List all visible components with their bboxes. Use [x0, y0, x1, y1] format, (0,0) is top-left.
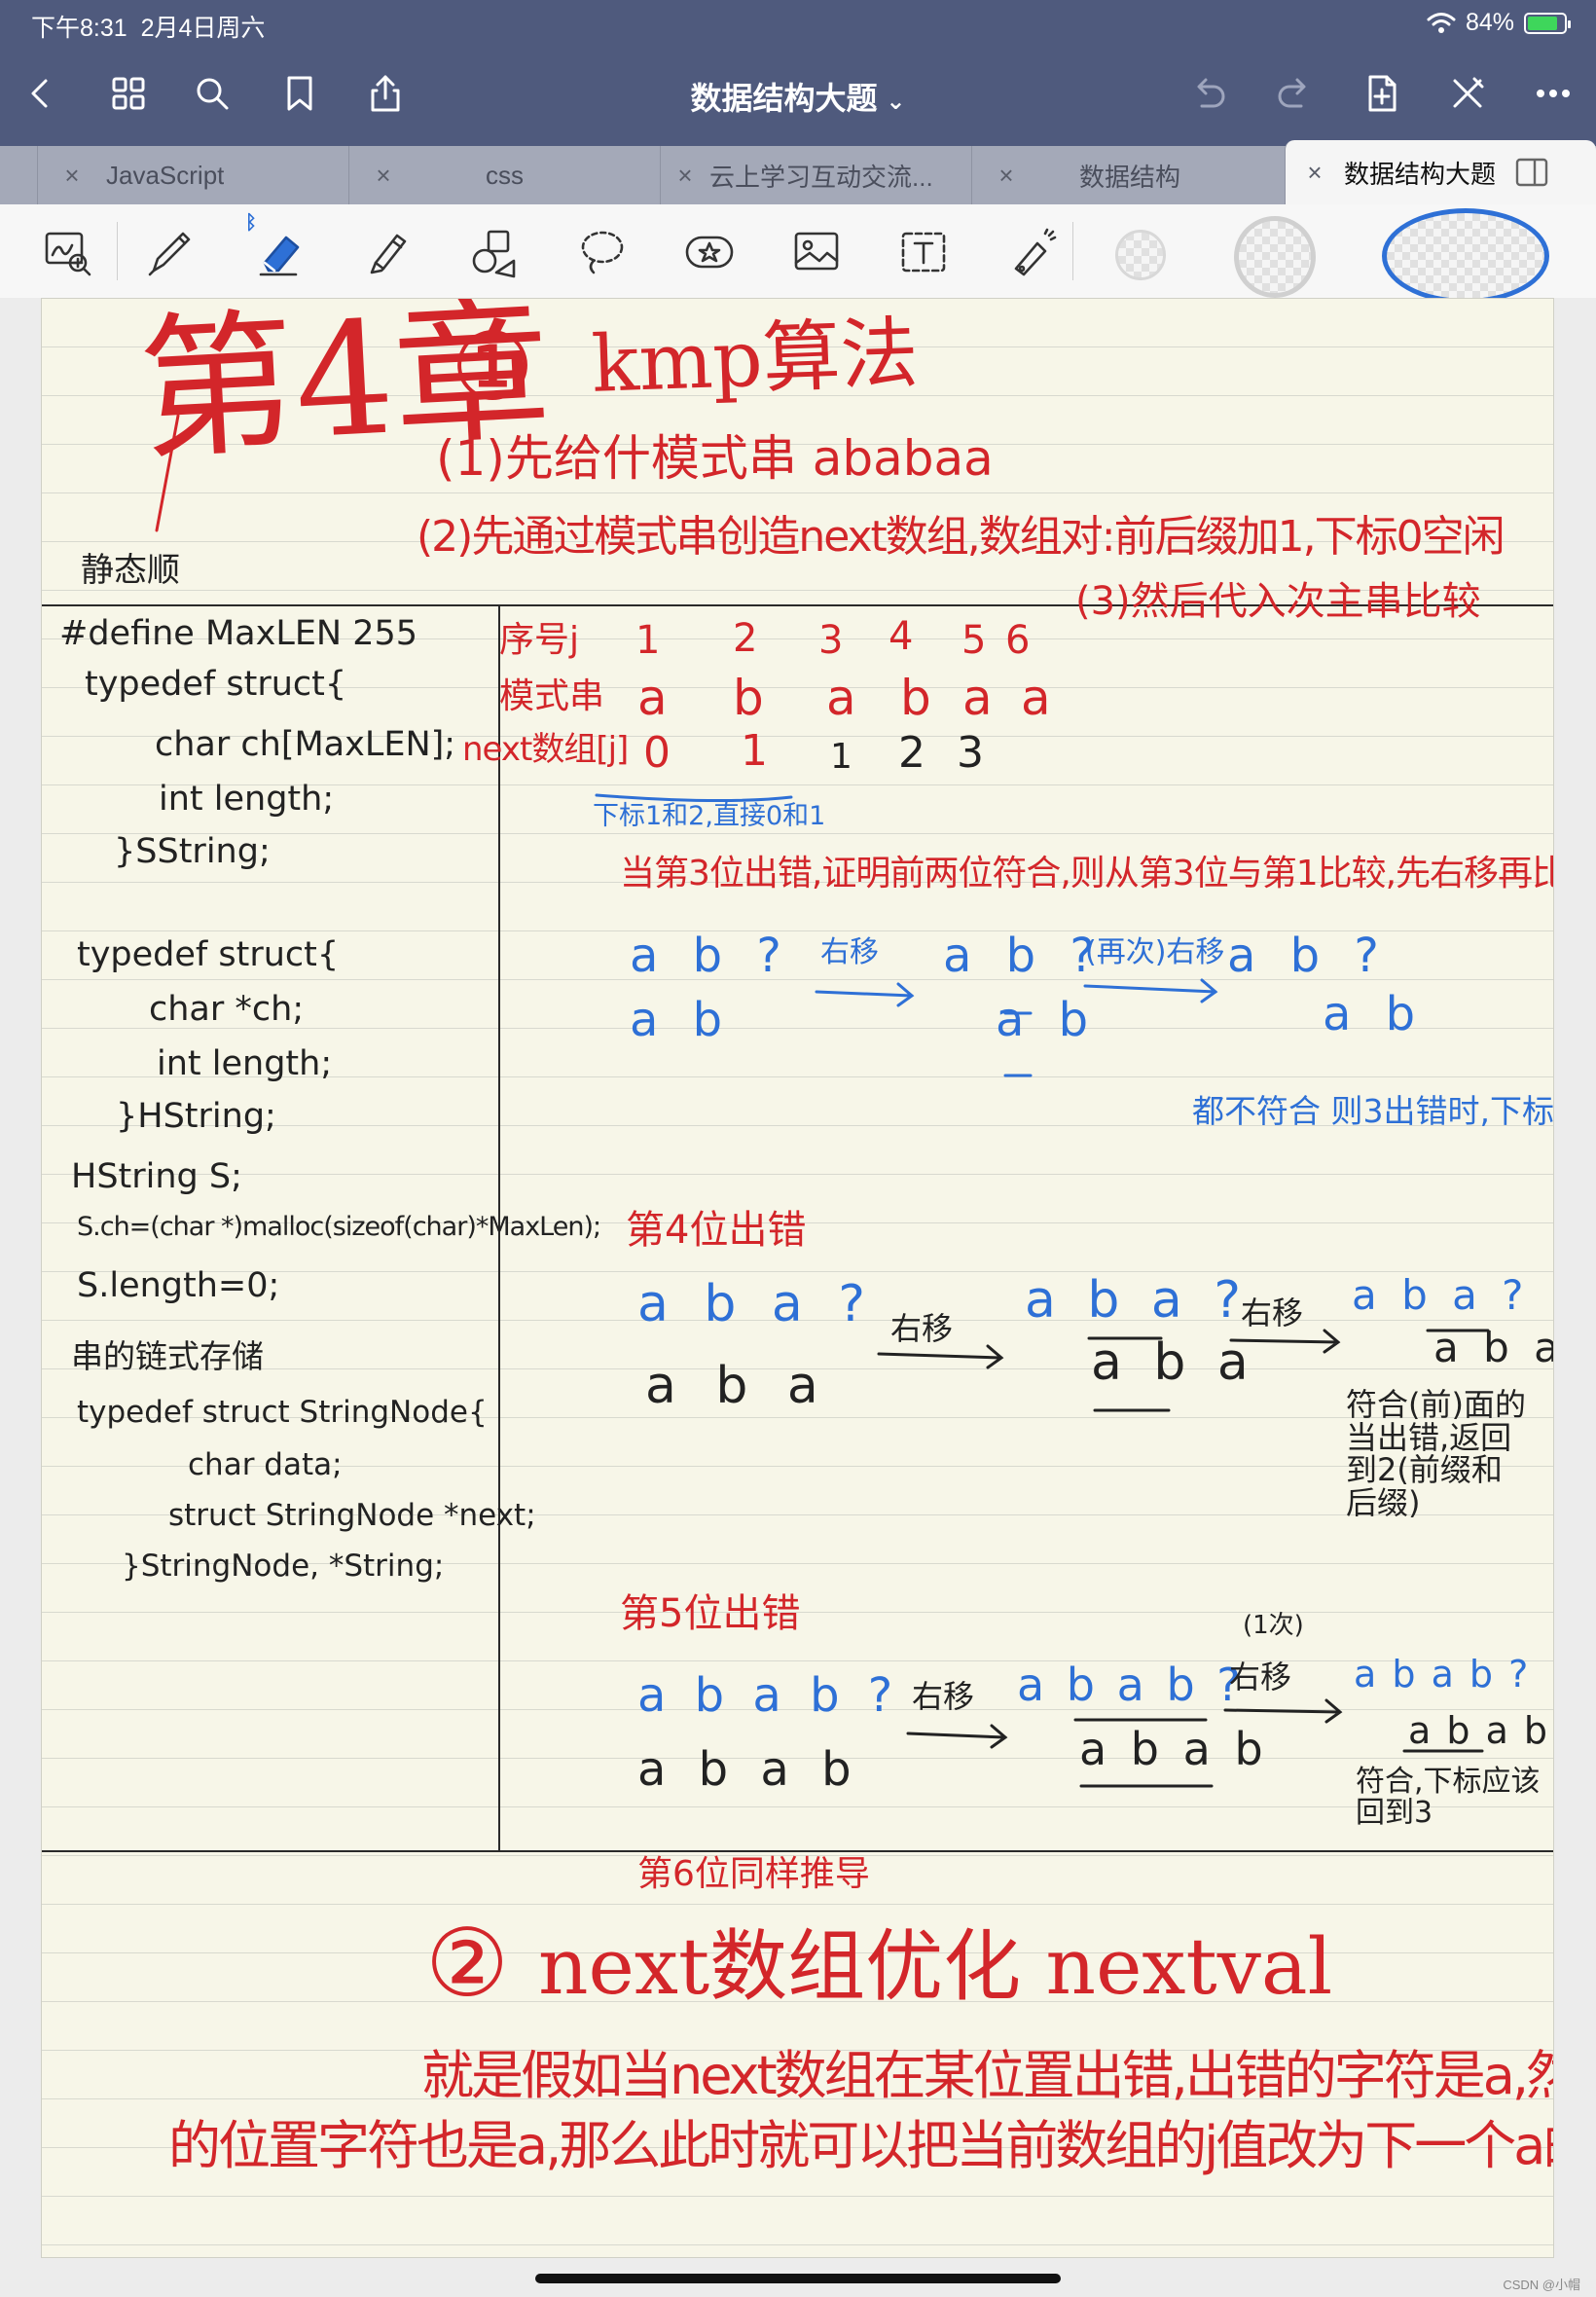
blue-underline: [595, 793, 793, 803]
arrow-right-icon: [1223, 1698, 1343, 1724]
tab-close-button[interactable]: ×: [972, 161, 1040, 191]
image-icon: [794, 232, 839, 271]
note-page[interactable]: 第4章 ① kmp算法 (1)先给什模式串 ababaa (2)先通过模式串创造…: [41, 298, 1554, 2258]
eraser-tool-button[interactable]: ᛒ: [245, 212, 313, 286]
battery-icon: [1524, 12, 1571, 34]
lasso-icon: [581, 231, 624, 274]
app-header: 下午8:31 2月4日周六 84% 数据结构大题 ⌄: [0, 0, 1596, 146]
laser-pointer-icon: [1014, 228, 1057, 276]
document-title-text: 数据结构大题: [690, 81, 878, 116]
tab-label: 数据结构大题: [1344, 159, 1497, 189]
share-icon: [371, 75, 400, 112]
image-tool-button[interactable]: [782, 218, 851, 286]
text-box-icon: [901, 232, 946, 273]
tab-close-button[interactable]: ×: [38, 161, 106, 191]
status-indicators: 84%: [1427, 9, 1571, 37]
grid-icon: [112, 77, 145, 110]
more-button[interactable]: [1526, 66, 1580, 121]
tab-javascript[interactable]: × JavaScript: [37, 146, 348, 204]
tab-close-button[interactable]: ×: [661, 161, 709, 191]
pen-tool-button[interactable]: [136, 218, 204, 286]
laser-pointer-button[interactable]: [997, 218, 1065, 286]
color-swatch-1[interactable]: [1115, 230, 1166, 280]
watermark: CSDN @小帽: [1503, 2278, 1580, 2292]
shapes-icon: [472, 230, 516, 278]
pen-icon: [148, 232, 191, 276]
red-stroke: [155, 414, 180, 532]
tab-close-button[interactable]: ×: [349, 161, 417, 191]
sticker-icon: [685, 236, 734, 269]
undo-button[interactable]: [1181, 66, 1236, 121]
chevron-left-icon: [31, 79, 48, 108]
battery-fill: [1528, 16, 1557, 30]
more-icon: [1537, 90, 1570, 97]
status-time: 下午8:31 2月4日周六: [31, 9, 265, 44]
bluetooth-icon: ᛒ: [245, 212, 257, 234]
tab-label: JavaScript: [106, 160, 225, 190]
status-date: 2月4日周六: [140, 15, 266, 42]
text-tool-button[interactable]: [889, 218, 958, 286]
search-button[interactable]: [185, 66, 239, 121]
home-indicator[interactable]: [535, 2274, 1061, 2283]
redo-icon: [1278, 78, 1306, 108]
add-page-icon: [1368, 75, 1396, 112]
tab-data-structure[interactable]: × 数据结构: [971, 146, 1285, 204]
search-icon: [197, 78, 229, 110]
arrow-right-icon: [877, 1344, 1004, 1369]
close-edit-icon: [1453, 77, 1484, 108]
tab-label: 云上学习互动交流...: [709, 162, 933, 192]
add-page-button[interactable]: [1355, 66, 1409, 121]
note-canvas[interactable]: 第4章 ① kmp算法 (1)先给什模式串 ababaa (2)先通过模式串创造…: [0, 298, 1596, 2297]
lasso-tool-button[interactable]: [568, 218, 636, 286]
bookmark-button[interactable]: [272, 66, 327, 121]
tab-data-structure-problems[interactable]: × 数据结构大题: [1285, 140, 1596, 204]
tab-css[interactable]: × css: [348, 146, 660, 204]
arrow-right-icon: [906, 1724, 1008, 1749]
tab-bar: × JavaScript × css × 云上学习互动交流... × 数据结构 …: [0, 140, 1596, 204]
ink-strokes: [155, 414, 1490, 1788]
tab-close-button[interactable]: ×: [1286, 158, 1344, 188]
chevron-down-icon: ⌄: [886, 89, 906, 115]
ink-layer: 第4章 ① kmp算法 (1)先给什模式串 ababaa (2)先通过模式串创造…: [42, 299, 1553, 2257]
grid-view-button[interactable]: [101, 66, 156, 121]
redo-button[interactable]: [1267, 66, 1322, 121]
toolbar-divider: [1072, 222, 1073, 280]
color-swatch-2[interactable]: [1234, 216, 1316, 298]
tab-label: 数据结构: [1079, 162, 1181, 192]
eraser-icon: [259, 236, 300, 276]
status-clock: 下午8:31: [31, 15, 127, 42]
share-button[interactable]: [358, 66, 413, 121]
toolbar-divider: [117, 222, 118, 280]
zoom-tool-button[interactable]: [33, 218, 101, 286]
battery-percent: 84%: [1465, 9, 1514, 36]
navigation-bar: 数据结构大题 ⌄: [0, 47, 1596, 144]
undo-icon: [1197, 78, 1225, 108]
arrow-right-icon: [815, 982, 915, 1007]
sticker-tool-button[interactable]: [675, 218, 744, 286]
shape-tool-button[interactable]: [461, 218, 529, 286]
tab-cloud-learning[interactable]: × 云上学习互动交流...: [660, 146, 971, 204]
color-swatch-selected[interactable]: [1382, 208, 1549, 304]
highlighter-tool-button[interactable]: [352, 218, 420, 286]
bookmark-icon: [287, 76, 312, 111]
zoom-window-icon: [45, 232, 91, 276]
highlighter-icon: [370, 234, 407, 274]
close-edit-button[interactable]: [1440, 66, 1495, 121]
arrow-right-icon: [1083, 978, 1218, 1003]
wifi-icon: [1427, 12, 1456, 33]
tab-label: css: [486, 160, 524, 190]
sidebar-icon[interactable]: [1515, 158, 1548, 187]
arrow-right-icon: [1229, 1329, 1341, 1354]
back-button[interactable]: [14, 66, 68, 121]
document-title-button[interactable]: 数据结构大题 ⌄: [690, 81, 905, 116]
status-bar: 下午8:31 2月4日周六 84%: [0, 0, 1596, 47]
drawing-toolbar: ᛒ: [0, 204, 1596, 304]
